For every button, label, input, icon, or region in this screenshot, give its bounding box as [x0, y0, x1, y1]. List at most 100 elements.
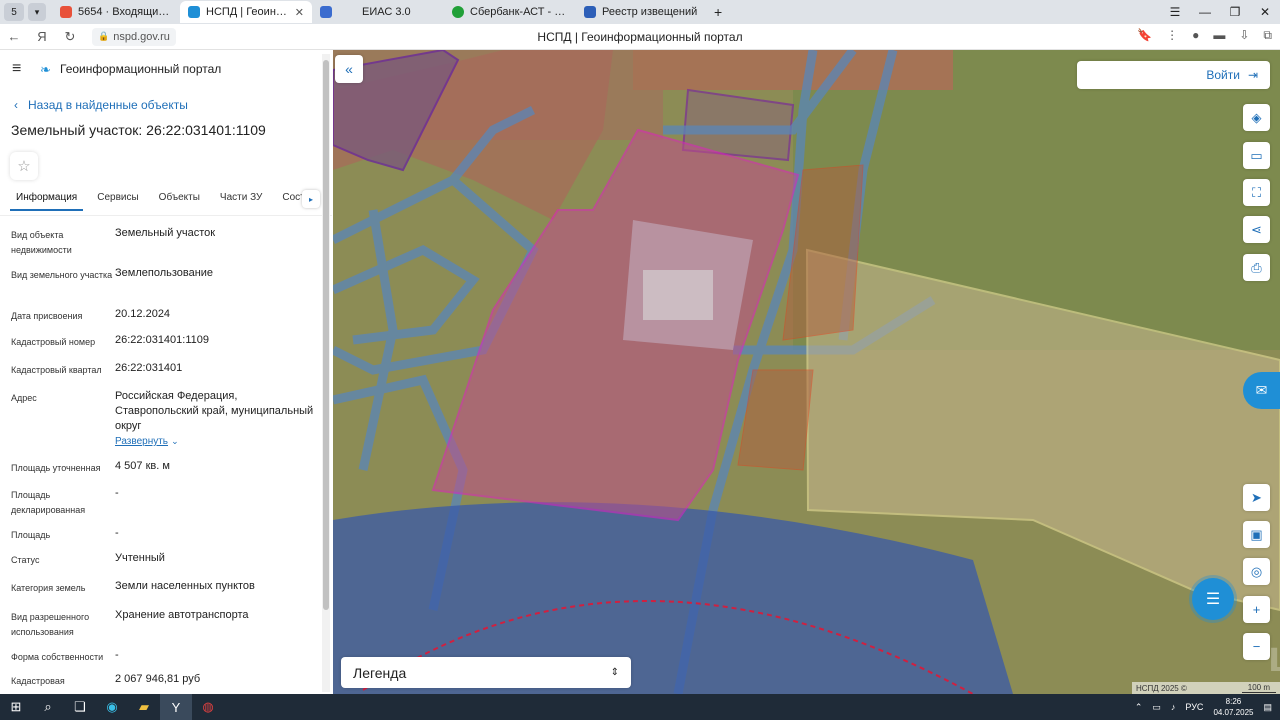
edge-icon[interactable]: ◉ [96, 694, 128, 720]
browser-actions: 🔖 ⋮ ● ▬ ⇩ ⧉ [1137, 28, 1272, 43]
portal-title: Геоинформационный портал [60, 62, 222, 76]
browser-tabbar: 5 ▾ 5654 · Входящие — Яндекс НСПД | Геои… [0, 0, 1280, 24]
extension-icon[interactable]: ● [1192, 28, 1199, 43]
screenshot-icon[interactable]: ⧉ [1263, 28, 1272, 43]
search-icon[interactable]: ⌕ [32, 694, 64, 720]
object-tabs: Информация Сервисы Объекты Части ЗУ Сост… [0, 190, 332, 216]
browser-tab-sberbank[interactable]: Сбербанк-АСТ - Электро [444, 1, 576, 23]
close-window-icon[interactable]: ✕ [1250, 5, 1280, 19]
scrollbar-thumb[interactable] [323, 60, 329, 610]
select-area-icon: ⛶ [1251, 184, 1262, 200]
expand-collapse-icon: ⇕ [610, 667, 619, 678]
favorite-star-icon[interactable]: ☆ [10, 152, 38, 180]
map-attribution: НСПД 2025 © 100 m [1132, 682, 1280, 694]
collapse-sidebar-button[interactable]: « [335, 55, 363, 83]
share-button[interactable]: ⋖ [1243, 216, 1270, 243]
field-row: Кадастровый квартал 26:22:031401 [11, 362, 183, 375]
layers-icon: ◈ [1251, 109, 1262, 125]
tab-objects[interactable]: Объекты [153, 192, 206, 209]
measure-button[interactable]: ▭ [1243, 142, 1270, 169]
browser-tab-eias[interactable]: ЕИАС 3.0 [312, 1, 444, 23]
field-row: Вид разрешенного использования Хранение … [11, 609, 249, 637]
chevron-down-icon[interactable]: ⌄ [171, 436, 179, 446]
browser-tab-mail[interactable]: 5654 · Входящие — Яндекс [52, 1, 180, 23]
notifications-icon[interactable]: ▤ [1263, 702, 1272, 713]
address-value: Российская Федерация, Ставропольский кра… [115, 390, 314, 432]
help-chat-icon: ✉ [1255, 382, 1268, 398]
url-field[interactable]: 🔒 nspd.gov.ru [92, 27, 176, 46]
registry-favicon-icon [584, 6, 596, 18]
restore-icon[interactable]: ❐ [1220, 5, 1250, 19]
help-button[interactable]: ✉ [1243, 372, 1280, 409]
windows-start-icon[interactable]: ⊞ [0, 694, 32, 720]
more-options-icon[interactable]: ⋮ [1166, 28, 1178, 43]
legend-dropdown[interactable]: Легенда ⇕ [341, 657, 631, 688]
minimize-icon[interactable]: — [1190, 5, 1220, 19]
tray-expand-icon[interactable]: ⌃ [1135, 702, 1143, 713]
field-row: Кадастровый номер 26:22:031401:1109 [11, 334, 209, 347]
menu-icon[interactable]: ☰ [1160, 5, 1190, 19]
back-to-results-link[interactable]: ‹ Назад в найденные объекты [0, 88, 332, 112]
locate-button[interactable]: ➤ [1243, 484, 1270, 511]
network-icon[interactable]: ▭ [1152, 702, 1161, 713]
field-row: Площадь декларированная - [11, 487, 119, 515]
back-arrow-icon[interactable]: ← [0, 29, 28, 44]
print-icon: ⎙ [1251, 259, 1262, 275]
plus-icon: + [1252, 602, 1261, 617]
field-row: Кадастровая 2 067 946,81 руб [11, 673, 201, 686]
attributes-list: Вид объекта недвижимости Земельный участ… [0, 216, 332, 692]
language-indicator[interactable]: РУС [1185, 702, 1203, 712]
geolocation-button[interactable]: ◎ [1243, 558, 1270, 585]
tab-services[interactable]: Сервисы [91, 192, 144, 209]
hamburger-menu-icon[interactable]: ≡ [12, 61, 26, 77]
print-button[interactable]: ⎙ [1243, 254, 1270, 281]
field-row: Вид земельного участка Землепользование [11, 267, 214, 280]
map-view[interactable]: циан ID 319467545 [333, 50, 1280, 694]
field-row: Статус Учтенный [11, 552, 165, 565]
volume-icon[interactable]: ♪ [1171, 702, 1176, 712]
reload-icon[interactable]: ↻ [56, 29, 84, 45]
tab-parts[interactable]: Части ЗУ [214, 192, 268, 209]
eias-favicon-icon [320, 6, 332, 18]
minimap-button[interactable]: ▣ [1243, 521, 1270, 548]
yandex-icon[interactable]: Я [28, 29, 56, 44]
browser-tab-registry[interactable]: Реестр извещений [576, 1, 706, 23]
field-row: Форма собственности - [11, 649, 119, 662]
share-icon: ⋖ [1251, 221, 1262, 237]
object-title: Земельный участок: 26:22:031401:1109 [11, 122, 266, 138]
yandex-browser-icon[interactable]: Y [160, 694, 192, 720]
app-icon[interactable]: ◍ [192, 694, 224, 720]
task-view-icon[interactable]: ❏ [64, 694, 96, 720]
bookmark-icon[interactable]: 🔖 [1137, 28, 1152, 43]
browser-tab-nspd[interactable]: НСПД | Геоинформацио ✕ [180, 1, 312, 23]
field-row: Категория земель Земли населенных пункто… [11, 580, 255, 593]
file-explorer-icon[interactable]: ▰ [128, 694, 160, 720]
select-area-button[interactable]: ⛶ [1243, 179, 1270, 206]
sidebar-scrollbar[interactable] [322, 54, 330, 692]
tabs-scroll-right-icon[interactable]: ▸ [302, 190, 320, 208]
minus-icon: − [1252, 639, 1261, 654]
hat-icon[interactable]: ▬ [1213, 28, 1225, 43]
nspd-favicon-icon [188, 6, 200, 18]
lock-icon: 🔒 [98, 31, 110, 41]
window-controls: ☰ — ❐ ✕ [1160, 0, 1280, 24]
tab-counter[interactable]: 5 [4, 3, 24, 21]
chat-button[interactable]: ☰ [1192, 578, 1234, 620]
login-button[interactable]: Войти ⇥ [1077, 61, 1270, 89]
close-tab-icon[interactable]: ✕ [295, 6, 304, 19]
chevron-left-icon: ‹ [14, 98, 18, 112]
new-tab-icon[interactable]: + [706, 1, 730, 23]
tab-list-dropdown-icon[interactable]: ▾ [28, 3, 46, 21]
clock[interactable]: 8:26 04.07.2025 [1213, 696, 1253, 718]
tab-info[interactable]: Информация [10, 192, 84, 211]
page-title: НСПД | Геоинформационный портал [537, 30, 743, 44]
downloads-icon[interactable]: ⇩ [1239, 28, 1249, 43]
map-canvas[interactable] [333, 50, 1280, 694]
system-tray: ⌃ ▭ ♪ РУС 8:26 04.07.2025 ▤ [1135, 694, 1280, 720]
login-icon: ⇥ [1247, 68, 1258, 82]
geolocation-icon: ◎ [1250, 563, 1263, 579]
expand-address-link[interactable]: Развернуть [115, 436, 168, 447]
zoom-in-button[interactable]: + [1243, 596, 1270, 623]
layers-button[interactable]: ◈ [1243, 104, 1270, 131]
zoom-out-button[interactable]: − [1243, 633, 1270, 660]
